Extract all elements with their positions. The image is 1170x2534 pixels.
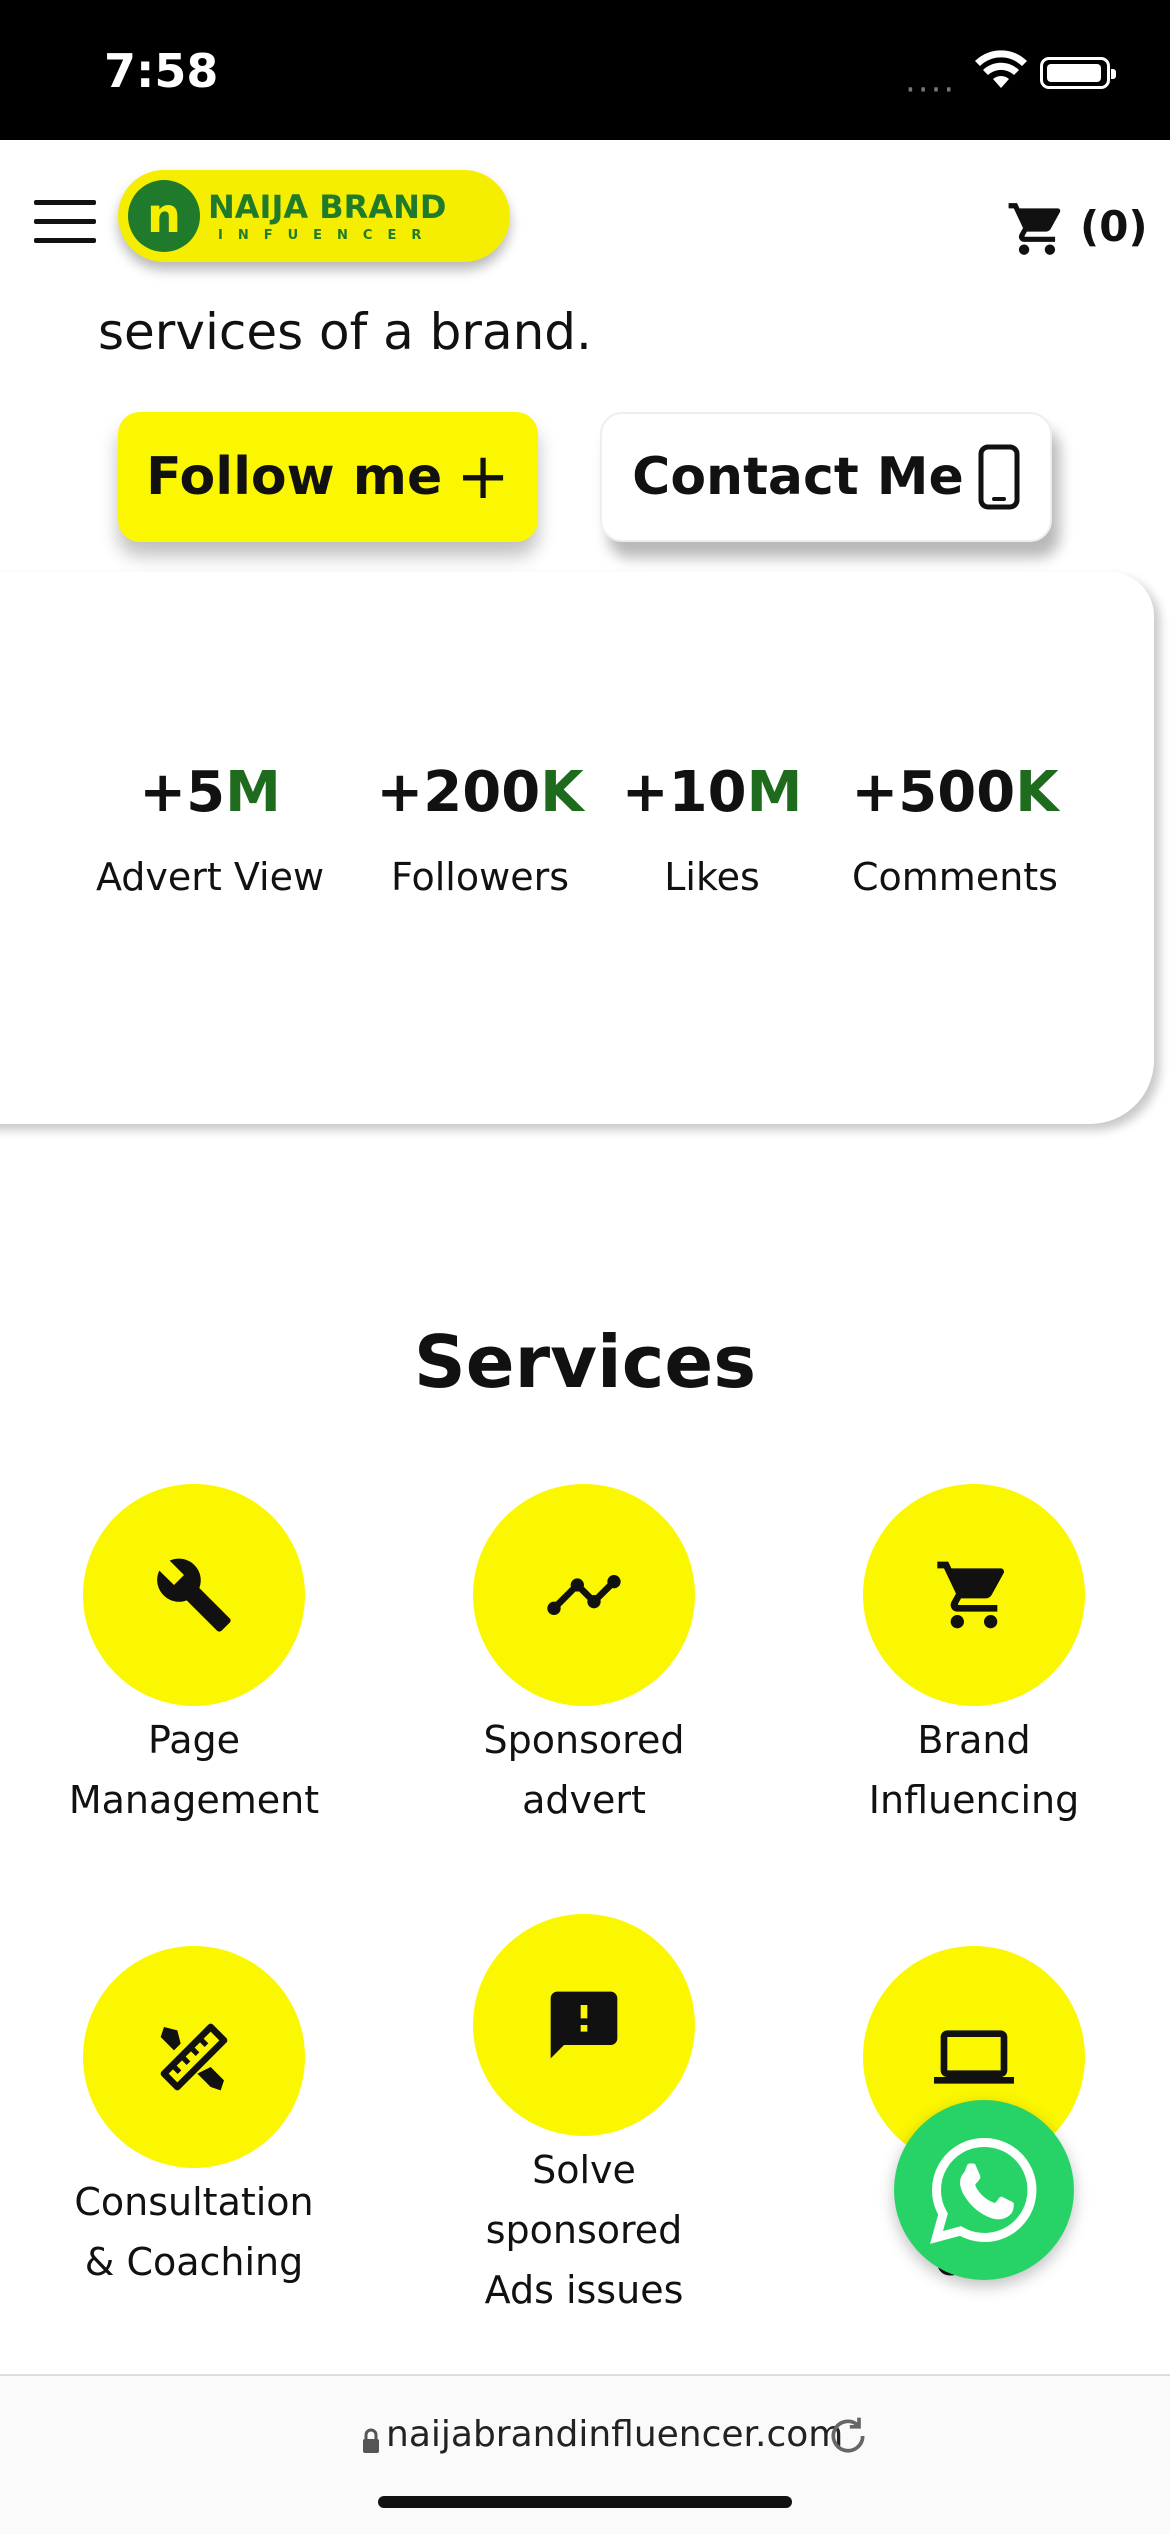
- follow-me-button[interactable]: Follow me +: [118, 412, 538, 542]
- stat-value: +500K: [851, 760, 1059, 825]
- wifi-icon: [975, 50, 1027, 88]
- wrench-icon: [157, 1558, 231, 1632]
- service-sponsored-advert[interactable]: Sponsored advert: [424, 1484, 744, 1830]
- hamburger-menu-icon[interactable]: [34, 200, 96, 244]
- signal-icon: ····: [905, 70, 957, 110]
- status-time: 7:58: [104, 44, 219, 98]
- stat-label: Followers: [391, 855, 569, 899]
- service-label: Consultation & Coaching: [74, 2180, 314, 2284]
- design-tools-icon: [160, 2023, 228, 2091]
- lock-icon: [363, 2428, 379, 2453]
- stat-value: +5M: [139, 760, 281, 825]
- reload-icon[interactable]: [826, 2414, 870, 2458]
- logo-title: NAIJA BRAND: [208, 188, 447, 226]
- stat-value: +10M: [621, 760, 803, 825]
- contact-me-button[interactable]: Contact Me: [600, 412, 1052, 542]
- phone-icon: [978, 444, 1020, 510]
- services-heading: Services: [413, 1320, 757, 1404]
- service-consultation-coaching[interactable]: Consultation & Coaching: [34, 1946, 354, 2292]
- stat-value: +200K: [376, 760, 584, 825]
- whatsapp-icon: [930, 2137, 1037, 2244]
- logo-mark: n: [128, 180, 200, 252]
- service-label: Brand Influencing: [868, 1718, 1080, 1822]
- stat-comments: +500K Comments: [830, 760, 1080, 899]
- url-text[interactable]: naijabrandinfluencer.com: [386, 2414, 843, 2455]
- feedback-icon: [550, 1991, 618, 2059]
- service-brand-influencing[interactable]: Brand Influencing: [814, 1484, 1134, 1830]
- stat-label: Likes: [664, 855, 760, 899]
- service-page-management[interactable]: Page Management: [34, 1484, 354, 1830]
- service-icon-circle: [863, 1484, 1085, 1706]
- service-icon-circle: [473, 1484, 695, 1706]
- cart-icon[interactable]: [1004, 198, 1070, 260]
- logo-subtitle: INFUENCER: [218, 228, 437, 243]
- hero-description: services of a brand.: [98, 303, 592, 361]
- stat-likes: +10M Likes: [617, 760, 807, 899]
- status-bar: 7:58 ····: [0, 0, 1170, 140]
- stat-label: Comments: [852, 855, 1058, 899]
- site-header: n NAIJA BRAND INFUENCER (0): [0, 140, 1170, 300]
- monitor-icon: [934, 2030, 1014, 2084]
- service-label: Sponsored advert: [483, 1718, 685, 1822]
- service-label: Page Management: [68, 1718, 320, 1822]
- battery-icon: [1040, 57, 1116, 89]
- service-solve-ads-issues[interactable]: Solve sponsored Ads issues: [424, 1914, 744, 2320]
- stat-followers: +200K Followers: [370, 760, 590, 899]
- site-logo[interactable]: n NAIJA BRAND INFUENCER: [118, 170, 510, 262]
- whatsapp-chat-button[interactable]: [894, 2100, 1074, 2280]
- trend-line-icon: [547, 1575, 621, 1615]
- stat-advert-view: +5M Advert View: [80, 760, 340, 899]
- service-label: Solve sponsored Ads issues: [484, 2148, 684, 2312]
- contact-me-label: Contact Me: [632, 447, 964, 507]
- plus-icon: +: [456, 440, 510, 514]
- stat-label: Advert View: [95, 855, 325, 899]
- cart-count[interactable]: (0): [1080, 202, 1148, 251]
- service-icon-circle: [83, 1484, 305, 1706]
- browser-url-bar: naijabrandinfluencer.com: [0, 2374, 1170, 2534]
- follow-me-label: Follow me: [146, 447, 443, 507]
- cart-icon: [937, 1561, 1005, 1629]
- home-indicator: [378, 2496, 792, 2508]
- service-icon-circle: [83, 1946, 305, 2168]
- service-icon-circle: [473, 1914, 695, 2136]
